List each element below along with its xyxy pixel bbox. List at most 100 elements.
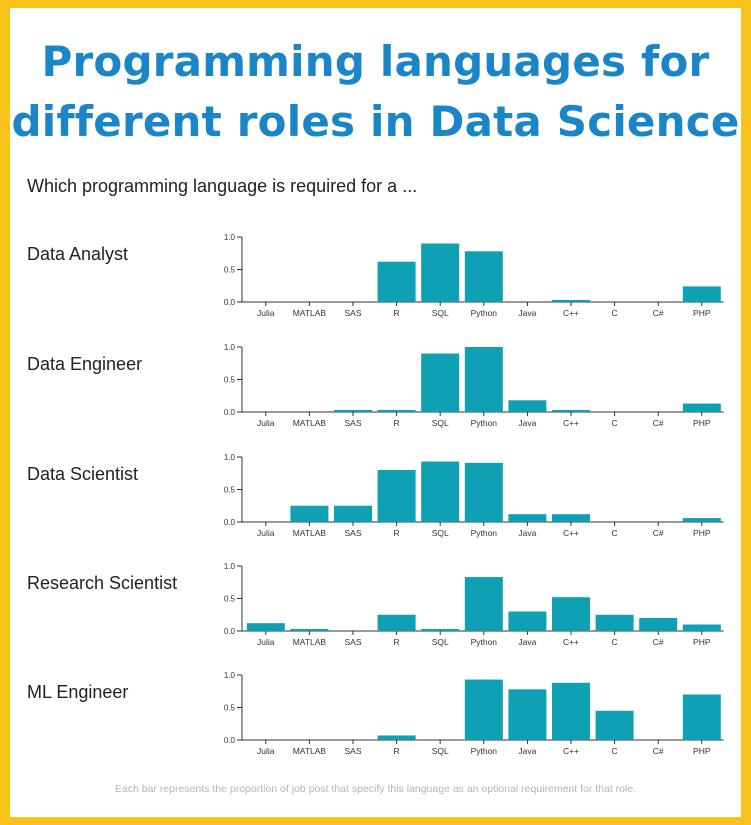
x-tick-label: SAS	[344, 528, 361, 538]
y-tick-label: 1.0	[224, 671, 236, 680]
x-tick-label: Java	[518, 528, 536, 538]
bar	[464, 577, 503, 631]
bar	[508, 514, 547, 522]
x-tick-label: Python	[471, 746, 498, 756]
role-label: ML Engineer	[27, 682, 129, 702]
y-tick-label: 0.5	[224, 266, 236, 275]
x-tick-label: C++	[563, 528, 579, 538]
x-tick-label: Python	[471, 308, 498, 318]
y-tick-label: 0.5	[224, 704, 236, 713]
y-tick-label: 1.0	[224, 562, 236, 571]
bar	[464, 251, 503, 302]
bar	[552, 300, 590, 302]
y-tick-label: 0.0	[224, 627, 236, 636]
x-tick-label: Python	[471, 418, 498, 428]
x-tick-label: PHP	[693, 637, 711, 647]
bar	[682, 286, 721, 302]
x-tick-label: PHP	[693, 418, 711, 428]
x-tick-label: SAS	[344, 637, 361, 647]
x-tick-label: C#	[653, 528, 664, 538]
x-tick-label: Java	[518, 746, 536, 756]
x-tick-label: R	[394, 746, 400, 756]
y-tick-label: 0.0	[224, 518, 236, 527]
bar	[552, 597, 590, 631]
x-tick-label: C#	[653, 637, 664, 647]
x-tick-label: Julia	[257, 308, 275, 318]
bar	[552, 410, 590, 412]
x-tick-label: SQL	[432, 528, 449, 538]
bar	[682, 694, 721, 740]
bar	[508, 611, 547, 631]
x-tick-label: C	[612, 637, 618, 647]
bar	[421, 461, 460, 522]
x-tick-label: MATLAB	[293, 308, 327, 318]
bar	[377, 410, 416, 412]
role-label: Data Analyst	[27, 244, 129, 264]
x-tick-label: Java	[518, 418, 536, 428]
x-tick-label: MATLAB	[293, 637, 327, 647]
x-tick-label: PHP	[693, 746, 711, 756]
bar	[334, 410, 372, 412]
x-tick-label: C++	[563, 637, 579, 647]
bar	[552, 682, 590, 740]
x-tick-label: C#	[653, 418, 664, 428]
x-tick-label: C	[612, 308, 618, 318]
x-tick-label: MATLAB	[293, 528, 327, 538]
x-tick-label: R	[394, 308, 400, 318]
x-tick-label: MATLAB	[293, 746, 327, 756]
bar	[377, 470, 416, 522]
bar	[290, 505, 329, 522]
x-tick-label: SQL	[432, 746, 449, 756]
role-label: Research Scientist	[27, 573, 178, 593]
infographic-card: Programming languages for different roles…	[10, 8, 741, 817]
x-tick-label: C	[612, 746, 618, 756]
bar	[682, 403, 721, 412]
x-tick-label: C#	[653, 308, 664, 318]
x-tick-label: SAS	[344, 308, 361, 318]
bar	[334, 505, 372, 522]
x-tick-label: SQL	[432, 418, 449, 428]
x-tick-label: C++	[563, 746, 579, 756]
y-tick-label: 0.5	[224, 595, 236, 604]
bar	[421, 353, 460, 412]
bar	[508, 689, 547, 740]
charts-container: Data Analyst 0.0 0.5 1.0 Julia MATLAB SAS R SQL P…	[10, 8, 741, 817]
x-tick-label: C	[612, 418, 618, 428]
x-tick-label: Java	[518, 308, 536, 318]
bar	[421, 243, 460, 302]
x-tick-label: C++	[563, 308, 579, 318]
x-tick-label: Julia	[257, 418, 275, 428]
bar	[552, 514, 590, 522]
x-tick-label: Python	[471, 637, 498, 647]
y-tick-label: 0.0	[224, 298, 236, 307]
y-tick-label: 0.0	[224, 408, 236, 417]
x-tick-label: Java	[518, 637, 536, 647]
bar	[377, 261, 416, 302]
bar	[682, 518, 721, 522]
x-tick-label: PHP	[693, 308, 711, 318]
bar	[246, 623, 285, 631]
x-tick-label: PHP	[693, 528, 711, 538]
x-tick-label: Julia	[257, 637, 275, 647]
x-tick-label: Python	[471, 528, 498, 538]
y-tick-label: 1.0	[224, 343, 236, 352]
y-tick-label: 1.0	[224, 453, 236, 462]
x-tick-label: Julia	[257, 746, 275, 756]
x-tick-label: R	[394, 637, 400, 647]
bar	[377, 614, 416, 631]
y-tick-label: 1.0	[224, 233, 236, 242]
x-tick-label: MATLAB	[293, 418, 327, 428]
x-tick-label: SAS	[344, 746, 361, 756]
x-tick-label: SQL	[432, 637, 449, 647]
x-tick-label: SQL	[432, 308, 449, 318]
role-label: Data Engineer	[27, 354, 143, 374]
bar	[508, 400, 547, 412]
x-tick-label: R	[394, 418, 400, 428]
x-tick-label: C#	[653, 746, 664, 756]
bar	[464, 347, 503, 412]
bar	[682, 624, 721, 631]
bar	[377, 735, 416, 740]
bar	[595, 614, 634, 631]
bar	[421, 629, 460, 631]
role-label: Data Scientist	[27, 464, 139, 484]
